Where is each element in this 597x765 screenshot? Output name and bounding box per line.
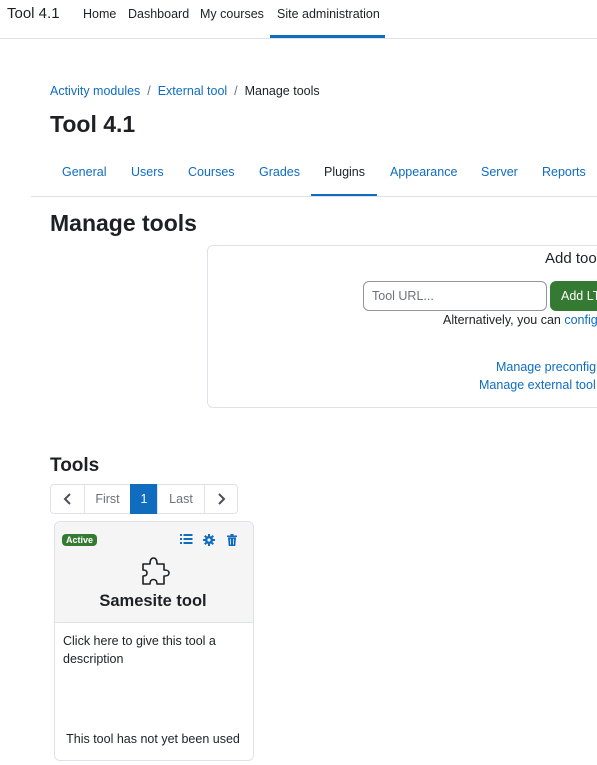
breadcrumb-separator: /	[230, 84, 242, 98]
tab-grades[interactable]: Grades	[259, 165, 300, 179]
page-title: Tool 4.1	[50, 111, 136, 137]
nav-site-administration[interactable]: Site administration	[277, 7, 380, 21]
nav-dashboard[interactable]: Dashboard	[128, 7, 189, 21]
tab-appearance[interactable]: Appearance	[390, 165, 457, 179]
nav-home[interactable]: Home	[83, 7, 116, 21]
breadcrumb-external-tool[interactable]: External tool	[158, 84, 227, 98]
first-page-button[interactable]: First	[84, 484, 131, 514]
tab-plugins[interactable]: Plugins	[324, 165, 365, 179]
tab-server[interactable]: Server	[481, 165, 518, 179]
puzzle-piece-icon	[139, 556, 170, 592]
pagination: First 1 Last	[50, 484, 238, 514]
previous-page-button[interactable]	[50, 484, 85, 514]
nav-active-indicator	[270, 35, 385, 38]
status-badge: Active	[62, 534, 98, 546]
alternative-label: Alternatively, you can	[443, 313, 565, 327]
tool-name[interactable]: Samesite tool	[54, 592, 252, 611]
page-1-button[interactable]: 1	[130, 484, 158, 514]
tools-heading: Tools	[50, 455, 100, 476]
next-page-button[interactable]	[204, 484, 238, 514]
tool-description[interactable]: Click here to give this tool a descripti…	[63, 632, 243, 668]
list-icon[interactable]	[180, 532, 193, 550]
breadcrumb-activity-modules[interactable]: Activity modules	[50, 84, 140, 98]
trash-icon[interactable]	[227, 533, 237, 551]
manage-external-tool-link[interactable]: Manage external tool	[479, 378, 596, 392]
manage-preconfigured-link[interactable]: Manage preconfigu	[496, 360, 597, 374]
add-lti-button[interactable]: Add LT	[550, 281, 597, 311]
chevron-right-icon	[218, 493, 226, 505]
add-tool-title: Add too	[545, 250, 597, 267]
tab-reports[interactable]: Reports	[542, 165, 586, 179]
nav-my-courses[interactable]: My courses	[200, 7, 264, 21]
top-navbar: Tool 4.1 Home Dashboard My courses Site …	[0, 0, 597, 39]
breadcrumb-separator: /	[143, 84, 155, 98]
tab-courses[interactable]: Courses	[188, 165, 235, 179]
last-page-button[interactable]: Last	[157, 484, 205, 514]
section-heading: Manage tools	[50, 210, 197, 236]
configure-link[interactable]: configu	[564, 313, 597, 327]
chevron-left-icon	[63, 493, 71, 505]
breadcrumb-current: Manage tools	[244, 84, 320, 98]
tool-url-input[interactable]	[363, 281, 547, 311]
alternative-text: Alternatively, you can configu	[443, 313, 597, 327]
breadcrumb: Activity modules / External tool / Manag…	[50, 84, 320, 98]
tab-users[interactable]: Users	[131, 165, 164, 179]
tool-usage-text: This tool has not yet been used	[66, 732, 240, 746]
tabs-divider	[31, 196, 597, 197]
tab-general[interactable]: General	[62, 165, 106, 179]
gear-icon[interactable]	[203, 533, 215, 551]
site-brand[interactable]: Tool 4.1	[7, 5, 60, 22]
